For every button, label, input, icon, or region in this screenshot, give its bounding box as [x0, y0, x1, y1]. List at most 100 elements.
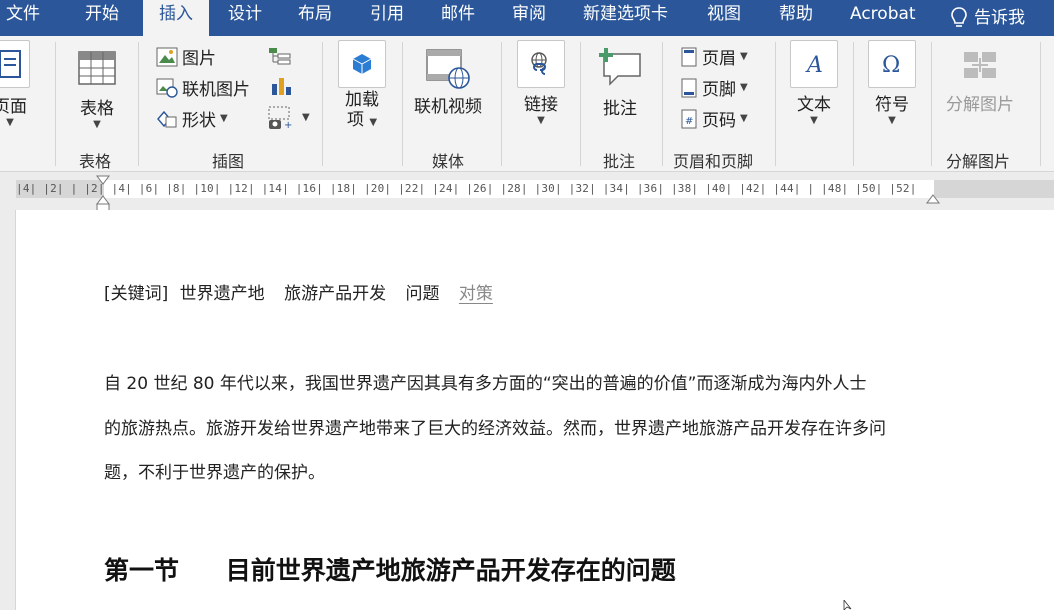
chevron-down-icon: ▼: [220, 112, 228, 124]
bar-chart-icon: [272, 78, 291, 95]
group-label-illustrations: 插图: [212, 152, 245, 171]
ruler-area: |4| |2| | |2| |4| |6| |8| |10| |12| |14|…: [0, 172, 1054, 212]
group-label-tables: 表格: [79, 152, 112, 171]
svg-text:+: +: [284, 120, 292, 130]
chevron-down-icon: ▼: [740, 112, 748, 124]
paragraph-line: 题，不利于世界遗产的保护。: [104, 463, 325, 483]
chevron-down-icon: ▼: [740, 81, 748, 93]
table-label: 表格: [80, 99, 114, 119]
group-separator: [402, 42, 403, 166]
tab-design[interactable]: 设计: [228, 0, 262, 36]
online-picture-icon: [156, 78, 178, 98]
group-label-decompose: 分解图片: [946, 152, 1011, 171]
screenshot-button[interactable]: + ▼: [268, 106, 310, 130]
vertical-ruler: [0, 210, 16, 610]
tab-file[interactable]: 文件: [6, 0, 40, 36]
indent-marker-icon[interactable]: [96, 174, 110, 212]
link-label: 链接: [524, 95, 558, 115]
shapes-icon: [157, 110, 177, 127]
keywords-line: [关键词] 世界遗产地 旅游产品开发 问题 对策: [104, 279, 493, 304]
smartart-icon: [269, 48, 291, 65]
paragraph-line: 自 20 世纪 80 年代以来，我国世界遗产因其具有多方面的“突出的普遍的价值”…: [104, 374, 867, 394]
smartart-button[interactable]: [268, 46, 292, 66]
shapes-button[interactable]: 形状 ▼: [156, 106, 228, 131]
keyword: 问题: [405, 284, 440, 304]
header-button[interactable]: 页眉 ▼: [680, 44, 748, 69]
footer-button[interactable]: 页脚 ▼: [680, 75, 748, 100]
keyword: 旅游产品开发: [284, 284, 387, 304]
chevron-down-icon: ▼: [93, 119, 101, 130]
pages-button[interactable]: 页面 ▼: [0, 40, 30, 129]
tell-me-box[interactable]: 告诉我: [950, 0, 1025, 36]
picture-button[interactable]: 图片: [156, 44, 216, 69]
menu-bar: 文件 开始 插入 设计 布局 引用 邮件 审阅 新建选项卡 视图 帮助 Acro…: [0, 0, 1054, 36]
heading-section-number: 第一节: [104, 556, 180, 585]
addins-label-line1: 加载: [345, 90, 379, 110]
comment-button[interactable]: 批注: [596, 42, 644, 119]
keyword: 对策: [458, 284, 493, 304]
symbol-label: 符号: [875, 95, 909, 115]
addins-button[interactable]: 加载 项 ▼: [338, 40, 386, 130]
symbol-button[interactable]: Ω 符号 ▼: [868, 40, 916, 127]
heading-title: 目前世界遗产地旅游产品开发存在的问题: [225, 556, 676, 585]
decompose-picture-button[interactable]: 分解图片: [946, 42, 1014, 115]
screenshot-icon: +: [268, 106, 292, 130]
omega-icon: Ω: [868, 40, 916, 88]
text-box-icon: A: [790, 40, 838, 88]
group-label-comments: 批注: [603, 152, 636, 171]
tab-home[interactable]: 开始: [85, 0, 119, 36]
online-video-icon: [424, 44, 472, 92]
online-video-button[interactable]: 联机视频: [414, 44, 482, 117]
document-page[interactable]: [16, 210, 1054, 610]
group-separator: [1040, 42, 1041, 166]
tab-help[interactable]: 帮助: [779, 0, 813, 36]
tab-mailings[interactable]: 邮件: [441, 0, 475, 36]
horizontal-ruler[interactable]: |4| |2| | |2| |4| |6| |8| |10| |12| |14|…: [16, 180, 1054, 198]
comment-label: 批注: [603, 99, 637, 119]
table-icon: [73, 44, 121, 92]
keywords-label: [关键词]: [104, 284, 169, 304]
ruler-right-margin: [934, 180, 1054, 198]
right-indent-marker-icon[interactable]: [926, 194, 940, 206]
decompose-picture-icon: [956, 42, 1004, 90]
pages-label: 页面: [0, 97, 27, 117]
online-picture-button[interactable]: 联机图片: [156, 75, 250, 100]
text-button[interactable]: A 文本 ▼: [790, 40, 838, 127]
addins-cube-icon: [338, 40, 386, 88]
tab-acrobat[interactable]: Acrobat: [850, 0, 916, 36]
tab-insert[interactable]: 插入: [143, 0, 209, 36]
table-button[interactable]: 表格 ▼: [73, 44, 121, 131]
group-separator: [853, 42, 854, 166]
tab-new-tab[interactable]: 新建选项卡: [583, 0, 668, 36]
online-video-label: 联机视频: [414, 97, 482, 117]
footer-icon: [681, 78, 697, 97]
page-number-icon: #: [681, 109, 697, 128]
tab-view[interactable]: 视图: [707, 0, 741, 36]
ruler-ticks: |4| |2| | |2| |4| |6| |8| |10| |12| |14|…: [16, 182, 917, 195]
page-number-button[interactable]: # 页码 ▼: [680, 106, 748, 131]
svg-text:Ω: Ω: [882, 53, 900, 77]
keyword: 世界遗产地: [179, 284, 265, 304]
paragraph-line: 的旅游热点。旅游开发给世界遗产地带来了巨大的经济效益。然而，世界遗产地旅游产品开…: [104, 419, 886, 439]
group-separator: [501, 42, 502, 166]
group-separator: [580, 42, 581, 166]
group-separator: [931, 42, 932, 166]
ribbon: 页面 ▼ 表格 ▼ 表格 图片 联机图片 形状 ▼ + ▼ 插图 加载 项 ▼ …: [0, 36, 1054, 172]
chevron-down-icon: ▼: [369, 117, 378, 128]
tab-layout[interactable]: 布局: [298, 0, 332, 36]
group-separator: [662, 42, 663, 166]
page-icon: [0, 40, 30, 88]
group-label-media: 媒体: [432, 152, 465, 171]
chart-button[interactable]: [270, 76, 292, 96]
decompose-picture-label: 分解图片: [946, 95, 1014, 115]
chevron-down-icon: ▼: [537, 115, 545, 126]
addins-label-line2-wrap: 项 ▼: [347, 110, 377, 130]
tab-references[interactable]: 引用: [370, 0, 404, 36]
tab-review[interactable]: 审阅: [512, 0, 546, 36]
chevron-down-icon: ▼: [740, 50, 748, 62]
link-globe-icon: [517, 40, 565, 88]
group-label-header-footer: 页眉和页脚: [673, 152, 754, 171]
link-button[interactable]: 链接 ▼: [517, 40, 565, 127]
shapes-label: 形状: [182, 111, 216, 131]
lightbulb-icon: [950, 6, 968, 30]
